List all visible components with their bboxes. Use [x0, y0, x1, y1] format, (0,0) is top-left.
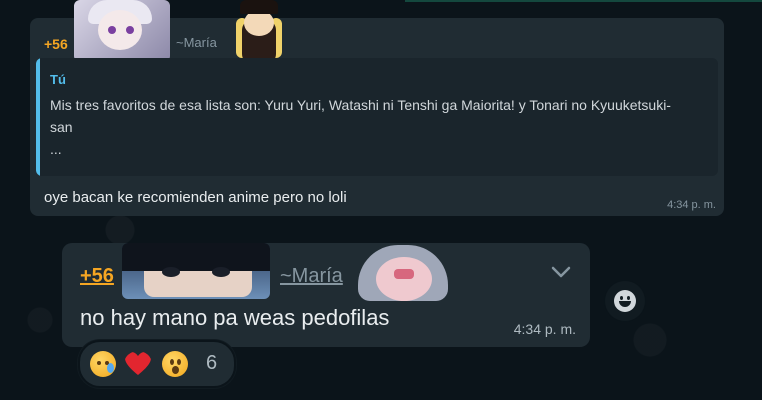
sender-phone[interactable]: +56 [80, 265, 114, 288]
sender-name[interactable]: ~María [280, 265, 343, 288]
quote-text: Mis tres favoritos de esa lista son: Yur… [50, 94, 690, 160]
quote-author: Tú [50, 72, 66, 87]
quote-ellipsis: ... [50, 141, 62, 157]
red-heart-icon [125, 352, 151, 375]
message-text: oye bacan ke recomienden anime pero no l… [44, 189, 347, 206]
sender-phone[interactable]: +56 [44, 36, 68, 52]
crying-face-icon [90, 351, 116, 377]
surprised-face-icon [162, 351, 188, 377]
reactions-pill[interactable]: 6 [78, 340, 236, 388]
message-bubble-incoming-selected[interactable]: +56 ~María no hay mano pa weas pedofilas… [62, 243, 590, 347]
quoted-message[interactable]: Tú Mis tres favoritos de esa lista son: … [36, 58, 718, 176]
previous-message-edge [405, 0, 762, 2]
sticker-image [346, 243, 460, 307]
reaction-count: 6 [206, 352, 218, 374]
message-time: 4:34 p. m. [667, 199, 716, 211]
profile-sticker-image [74, 0, 170, 62]
quote-body: Mis tres favoritos de esa lista son: Yur… [50, 97, 671, 135]
message-time: 4:34 p. m. [513, 321, 576, 337]
react-button[interactable] [605, 281, 645, 321]
profile-sticker-image [122, 243, 270, 299]
chevron-down-icon[interactable] [550, 261, 572, 283]
quote-accent-bar [36, 58, 40, 176]
sticker-image [226, 0, 292, 64]
emoji-smile-icon [614, 290, 636, 312]
message-text: no hay mano pa weas pedofilas [80, 305, 390, 330]
sender-name[interactable]: ~María [176, 35, 217, 50]
message-bubble-incoming[interactable]: +56 ~María Tú Mis tres favoritos de esa … [30, 0, 724, 216]
